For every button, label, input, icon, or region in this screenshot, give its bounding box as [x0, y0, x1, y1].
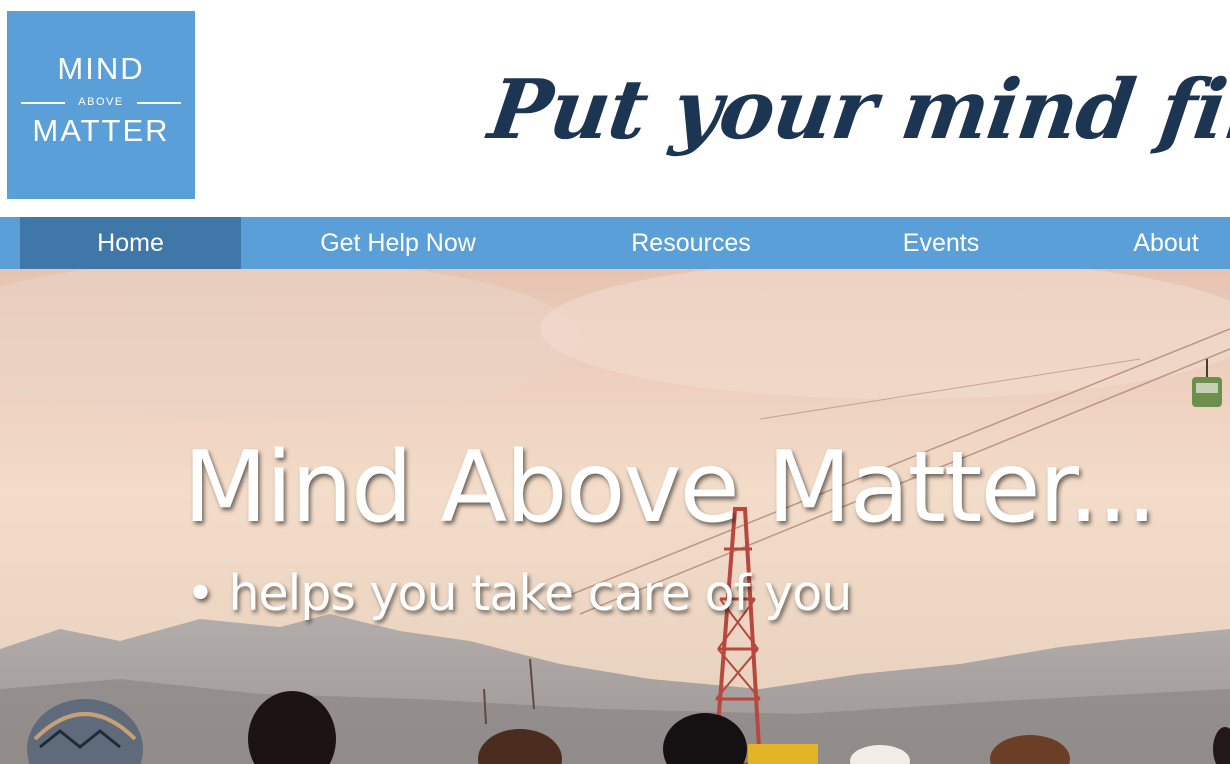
hero-title: Mind Above Matter...: [183, 431, 1157, 545]
main-nav: Home Get Help Now Resources Events About: [0, 217, 1230, 269]
logo-word-matter: MATTER: [32, 113, 170, 148]
site-header: MIND ABOVE MATTER Put your mind first: [0, 0, 1230, 217]
nav-item-resources[interactable]: Resources: [606, 217, 776, 269]
site-logo[interactable]: MIND ABOVE MATTER: [7, 11, 195, 199]
logo-middle: ABOVE: [21, 95, 181, 109]
nav-item-about[interactable]: About: [1112, 217, 1220, 269]
nav-item-get-help-now[interactable]: Get Help Now: [298, 217, 498, 269]
nav-item-events[interactable]: Events: [880, 217, 1002, 269]
hero-banner: Mind Above Matter... • helps you take ca…: [0, 269, 1230, 764]
hero-subtitle: • helps you take care of you: [186, 565, 852, 622]
nav-item-home[interactable]: Home: [20, 217, 241, 269]
logo-divider-right: [137, 102, 181, 104]
header-tagline: Put your mind first: [483, 62, 1230, 158]
logo-word-mind: MIND: [57, 51, 145, 86]
